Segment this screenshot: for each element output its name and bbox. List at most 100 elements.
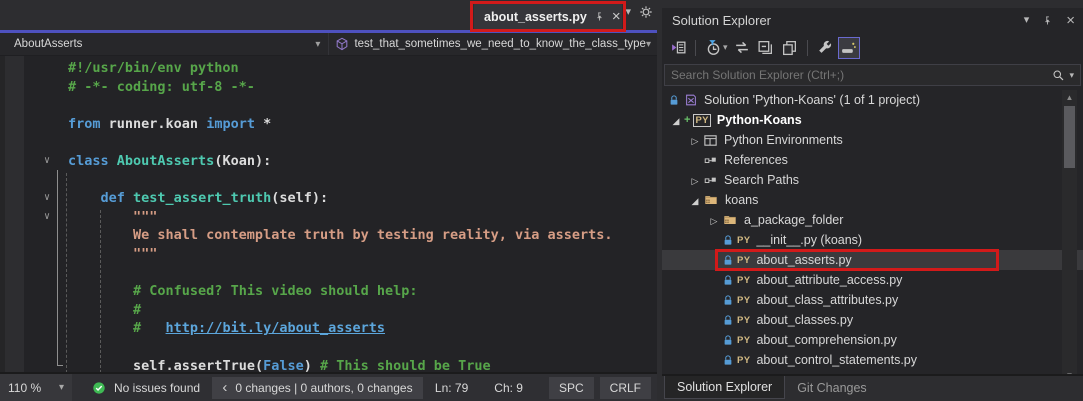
switch-views-icon[interactable] xyxy=(667,37,689,59)
pin-icon[interactable] xyxy=(1042,15,1053,27)
tree-item[interactable]: PY about_attribute_access.py xyxy=(662,270,1083,290)
git-added-icon: + xyxy=(684,114,691,126)
collapse-all-icon[interactable] xyxy=(755,37,777,59)
zoom-level: 110 % xyxy=(8,380,42,395)
code-line[interactable] xyxy=(0,171,657,190)
solution-explorer-pane: Solution Explorer ▾ × ▾ ▾ Solution 'Pyth… xyxy=(662,0,1083,401)
tree-item[interactable]: PY about_class_attributes.py xyxy=(662,290,1083,310)
chevron-down-icon[interactable]: ▾ xyxy=(1069,70,1074,80)
tree-item[interactable]: ◢ koans xyxy=(662,190,1083,210)
type-dropdown[interactable]: AboutAsserts ▾ xyxy=(0,33,328,55)
properties-wrench-icon[interactable] xyxy=(814,37,836,59)
tree-item[interactable]: PY __init__.py (koans) xyxy=(662,230,1083,250)
panel-tab-solution-explorer[interactable]: Solution Explorer xyxy=(664,376,786,399)
code-line[interactable]: # Confused? This video should help: xyxy=(0,282,657,301)
scrollbar-thumb[interactable] xyxy=(1064,106,1075,168)
code-line[interactable]: # http://bit.ly/about_asserts xyxy=(0,319,657,338)
tree-item[interactable]: References xyxy=(662,150,1083,170)
code-token: ( xyxy=(254,357,264,373)
code-line[interactable]: ∨ """ xyxy=(0,208,657,227)
fold-collapse-icon[interactable]: ∨ xyxy=(44,189,58,208)
code-token: # Confused? This video should help: xyxy=(133,283,418,300)
code-line[interactable]: self.assertTrue(False) # This should be … xyxy=(0,357,657,373)
code-editor[interactable]: #!/usr/bin/env python # -*- coding: utf-8… xyxy=(0,56,657,372)
pending-changes-filter-icon[interactable] xyxy=(702,37,724,59)
tree-item-label: a_package_folder xyxy=(744,213,844,227)
code-line[interactable] xyxy=(0,133,657,152)
expander-collapsed-icon[interactable]: ▷ xyxy=(687,133,703,147)
python-file-icon: PY xyxy=(737,274,751,286)
lock-icon xyxy=(722,274,734,287)
python-environments-icon xyxy=(703,133,718,148)
expander-collapsed-icon[interactable]: ▷ xyxy=(706,213,722,227)
scroll-up-icon[interactable]: ▲ xyxy=(1062,90,1077,104)
search-icon[interactable] xyxy=(1052,69,1065,82)
lock-icon xyxy=(722,234,734,247)
code-line[interactable] xyxy=(0,96,657,115)
tree-scrollbar[interactable]: ▲ ▼ xyxy=(1062,90,1077,382)
python-file-icon: PY xyxy=(737,294,751,306)
code-line[interactable] xyxy=(0,338,657,357)
zoom-dropdown[interactable]: 110 % ▾ xyxy=(0,374,72,401)
tree-item[interactable]: PY about_asserts.py xyxy=(662,249,1083,271)
code-lines: #!/usr/bin/env python # -*- coding: utf-8… xyxy=(0,59,657,372)
git-summary[interactable]: ‹ 0 changes | 0 authors, 0 changes xyxy=(212,376,423,399)
panel-tab-git-changes[interactable]: Git Changes xyxy=(785,376,878,399)
tree-item[interactable]: ▷ Search Paths xyxy=(662,170,1083,190)
lock-icon xyxy=(668,94,684,107)
solution-explorer-panel: Solution Explorer ▾ × ▾ ▾ Solution 'Pyth… xyxy=(662,8,1083,401)
tree-item[interactable]: PY about_control_statements.py xyxy=(662,350,1083,370)
code-line[interactable]: #!/usr/bin/env python xyxy=(0,59,657,78)
lock-icon xyxy=(722,334,734,347)
fold-collapse-icon[interactable]: ∨ xyxy=(44,152,58,171)
line-indicator[interactable]: Ln: 79 xyxy=(435,381,468,395)
column-indicator[interactable]: Ch: 9 xyxy=(494,381,523,395)
tree-item-label: Python-Koans xyxy=(716,113,802,127)
tree-item-label: References xyxy=(724,153,788,167)
code-line[interactable] xyxy=(0,264,657,283)
gear-icon[interactable] xyxy=(639,5,653,19)
fold-collapse-icon[interactable]: ∨ xyxy=(44,208,58,227)
code-line[interactable]: ∨ def test_assert_truth(self): xyxy=(0,189,657,208)
expander-expanded-icon[interactable]: ◢ xyxy=(687,193,703,207)
panel-title-bar[interactable]: Solution Explorer ▾ × xyxy=(662,8,1083,33)
tree-item[interactable]: ▷ a_package_folder xyxy=(662,210,1083,230)
tree-item[interactable]: ▷ Python Environments xyxy=(662,130,1083,150)
type-dropdown-value: AboutAsserts xyxy=(14,38,83,50)
preview-selected-items-icon[interactable] xyxy=(837,36,860,59)
tab-about-asserts[interactable]: about_asserts.py × xyxy=(474,3,622,30)
issues-indicator[interactable]: No issues found xyxy=(92,381,200,395)
tree-item-label: Search Paths xyxy=(724,173,800,187)
expander-expanded-icon[interactable]: ◢ xyxy=(668,113,684,127)
lock-icon xyxy=(722,354,734,367)
code-line[interactable]: from runner.koan import * xyxy=(0,115,657,134)
indent-mode-indicator[interactable]: SPC xyxy=(548,376,594,399)
tree-item[interactable]: Solution 'Python-Koans' (1 of 1 project) xyxy=(662,90,1083,110)
code-line[interactable]: We shall contemplate truth by testing re… xyxy=(0,226,657,245)
expander-collapsed-icon[interactable]: ▷ xyxy=(687,173,703,187)
chevron-down-icon[interactable]: ▾ xyxy=(625,6,631,18)
code-token: (self): xyxy=(271,190,329,207)
code-line[interactable]: # xyxy=(0,301,657,320)
code-token: self. xyxy=(133,357,174,373)
references-icon xyxy=(703,174,718,187)
member-dropdown[interactable]: test_that_sometimes_we_need_to_know_the_… xyxy=(328,33,657,55)
search-input[interactable] xyxy=(665,68,1053,82)
code-line[interactable]: ∨ class AboutAsserts(Koan): xyxy=(0,152,657,171)
chevron-down-icon[interactable]: ▾ xyxy=(723,42,728,53)
indent-mode-text: SPC xyxy=(558,380,584,395)
show-all-files-icon[interactable] xyxy=(779,37,801,59)
close-icon[interactable]: × xyxy=(1066,13,1075,28)
tree-item[interactable]: PY about_comprehension.py xyxy=(662,330,1083,350)
tree-item[interactable]: PY about_classes.py xyxy=(662,310,1083,330)
sync-with-active-document-icon[interactable] xyxy=(731,37,753,59)
pin-icon[interactable] xyxy=(594,11,605,23)
code-line[interactable]: # -*- coding: utf-8 -*- xyxy=(0,78,657,97)
close-icon[interactable]: × xyxy=(612,9,621,24)
tree-item[interactable]: ◢ + PY Python-Koans xyxy=(662,110,1083,130)
code-line[interactable]: """ xyxy=(0,245,657,264)
chevron-down-icon[interactable]: ▾ xyxy=(1024,15,1030,26)
line-ending-indicator[interactable]: CRLF xyxy=(599,376,651,399)
